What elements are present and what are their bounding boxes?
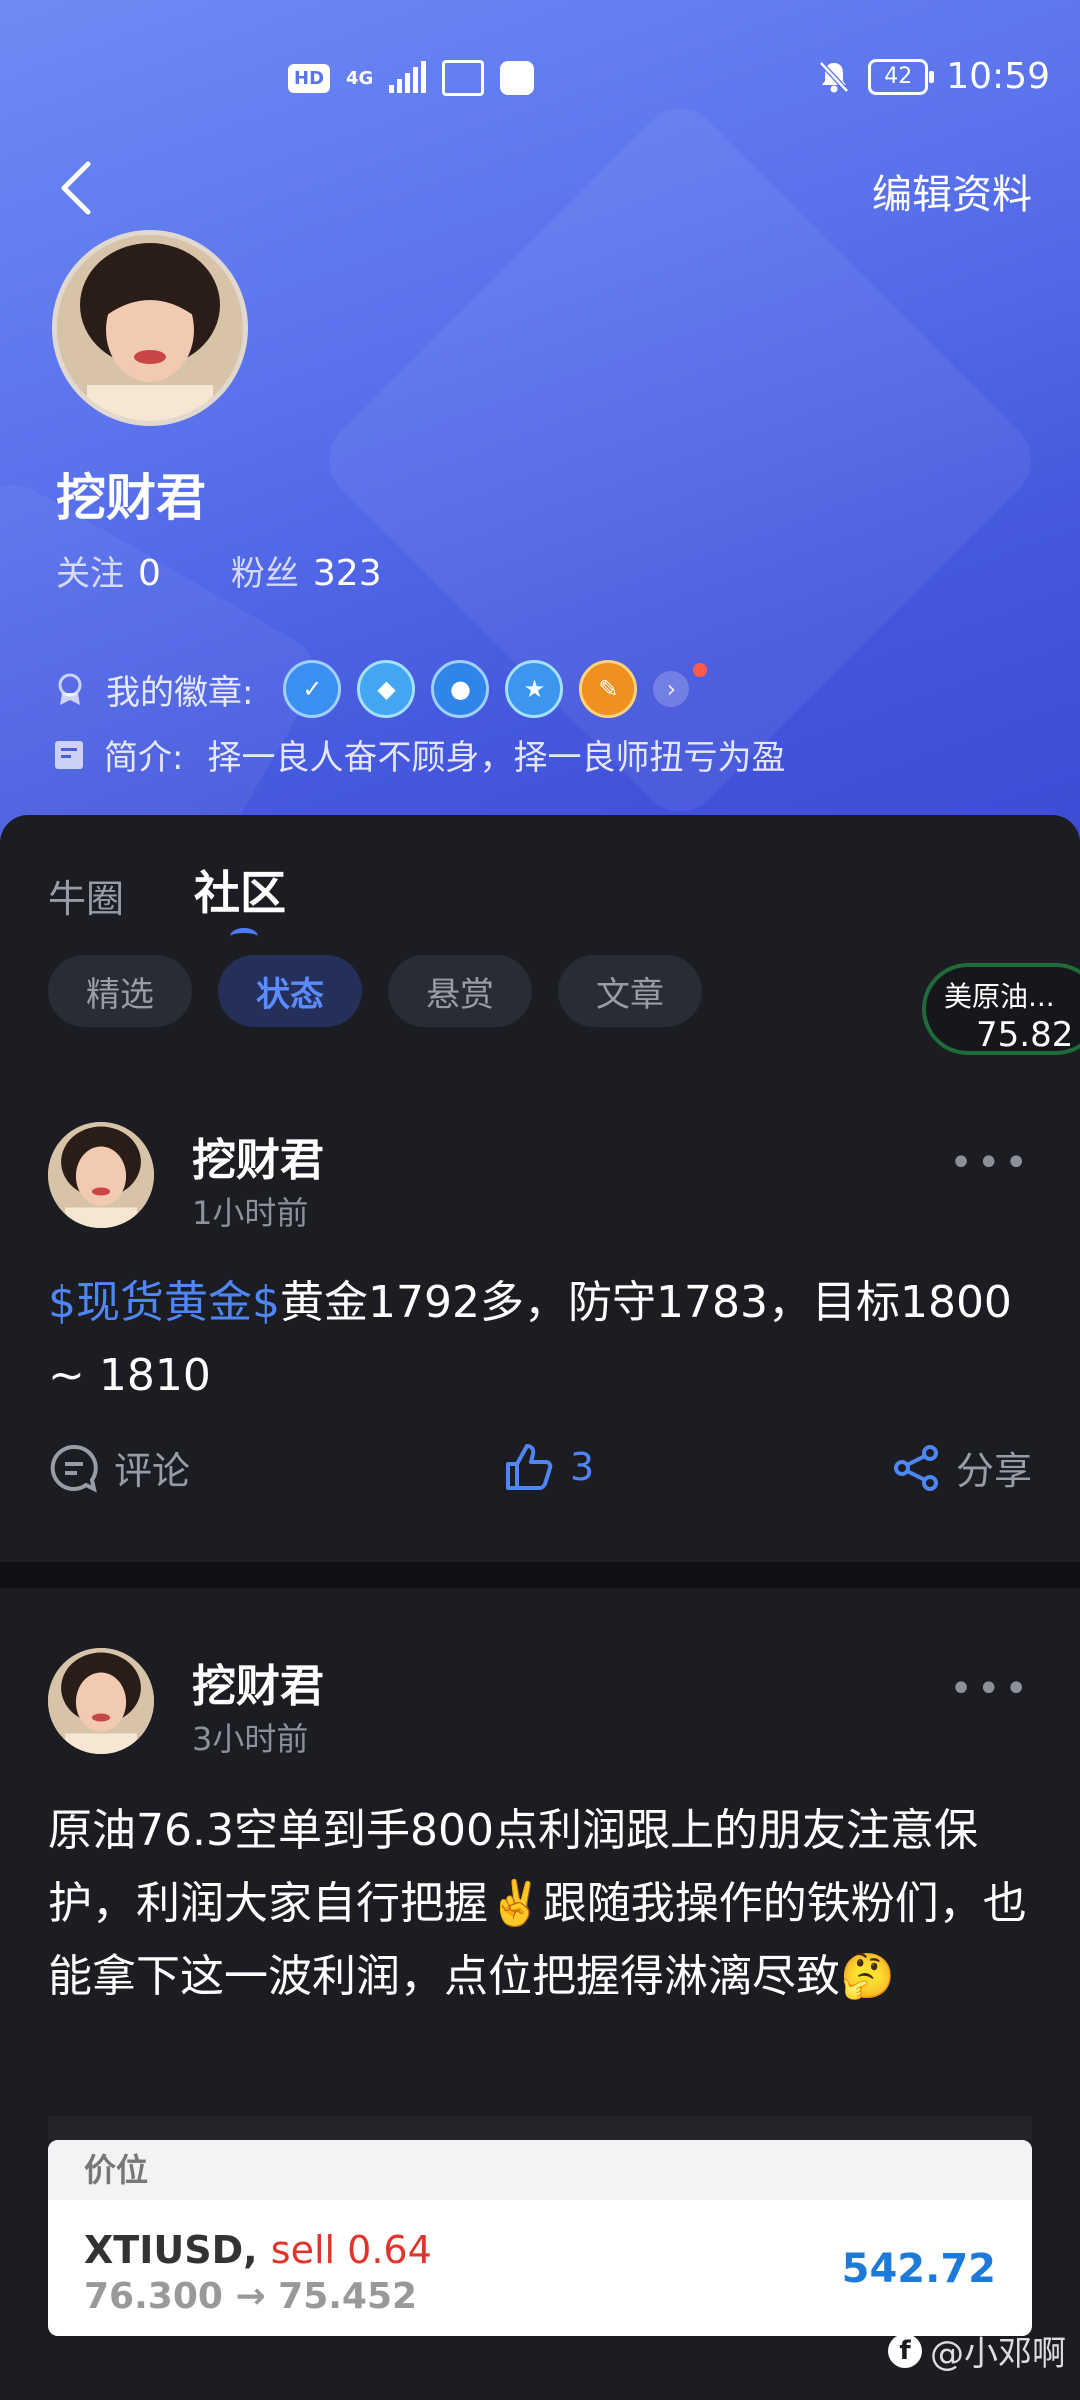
post-author[interactable]: 挖财君 <box>192 1124 324 1188</box>
drop-badge-icon[interactable]: ● <box>431 660 490 718</box>
post-author[interactable]: 挖财君 <box>192 1650 324 1714</box>
edit-profile-button[interactable]: 编辑资料 <box>872 162 1032 220</box>
following-stat[interactable]: 关注 0 <box>56 546 161 595</box>
symbol-text: XTIUSD, <box>84 2228 258 2272</box>
post-card[interactable]: 挖财君 3小时前 ••• 原油76.3空单到手800点利润跟上的朋友注意保护，利… <box>0 1588 1080 2400</box>
following-count: 0 <box>138 553 161 594</box>
more-options-icon[interactable]: ••• <box>949 1666 1032 1712</box>
avatar[interactable] <box>52 230 248 426</box>
follow-stats: 关注 0 粉丝 323 <box>56 546 382 595</box>
share-icon <box>893 1444 938 1491</box>
profile-header: HD 4G 42 10:59 编辑资料 挖财君 关注 0 粉丝 323 我的徽章… <box>0 0 1080 840</box>
filter-chips: 精选 状态 悬赏 文章 <box>48 955 702 1027</box>
tab-community[interactable]: 社区 <box>194 857 287 933</box>
facebook-icon: f <box>888 2333 922 2368</box>
post-card[interactable]: 挖财君 1小时前 ••• $现货黄金$黄金1792多，防守1783，目标1800… <box>0 1080 1080 1560</box>
trade-symbol: XTIUSD, sell 0.64 <box>84 2228 432 2272</box>
trade-profit: 542.72 <box>841 2246 996 2292</box>
share-button[interactable]: 分享 <box>892 1440 1032 1495</box>
comment-label: 评论 <box>114 1449 191 1493</box>
avatar-image <box>48 1648 154 1754</box>
like-button[interactable]: 3 <box>502 1440 594 1494</box>
chip-articles[interactable]: 文章 <box>558 955 702 1027</box>
badges-row[interactable]: 我的徽章: ✓ ◆ ● ★ ✎ › <box>52 660 708 718</box>
bell-muted-icon <box>819 60 850 93</box>
baidu-icon <box>500 61 535 95</box>
fans-count: 323 <box>312 553 382 594</box>
chip-bounty[interactable]: 悬赏 <box>388 955 532 1027</box>
tab-niuquan[interactable]: 牛圈 <box>48 868 124 923</box>
avatar-image <box>48 1122 154 1228</box>
medal-icon <box>58 673 82 705</box>
floating-ticker[interactable]: 美原油... 75.82 <box>922 963 1080 1055</box>
battery-icon: 42 <box>868 58 935 95</box>
card-frame-top <box>48 2116 1032 2140</box>
post-avatar[interactable] <box>48 1122 154 1228</box>
post-tag-link[interactable]: $现货黄金$ <box>48 1277 280 1328</box>
watermark: f @小邓啊 <box>888 2326 1066 2375</box>
share-label: 分享 <box>955 1449 1032 1493</box>
intro-icon <box>55 740 83 769</box>
status-right-icons: 42 10:59 <box>818 56 1050 97</box>
trade-side: sell 0.64 <box>270 2228 432 2272</box>
signal-icon <box>389 61 427 93</box>
intro-label: 简介: <box>104 738 184 778</box>
chevron-left-icon <box>61 161 91 215</box>
ticker-price: 75.82 <box>976 1015 1074 1055</box>
trade-card[interactable]: 价位 XTIUSD, sell 0.64 76.300 → 75.452 542… <box>48 2140 1032 2336</box>
post-text: 原油76.3空单到手800点利润跟上的朋友注意保护，利润大家自行把握✌️跟随我操… <box>48 1805 1027 2002</box>
comment-button[interactable]: 评论 <box>48 1440 190 1495</box>
back-button[interactable] <box>58 160 98 220</box>
thumbs-up-icon <box>506 1444 553 1490</box>
post-divider <box>0 1562 1080 1588</box>
hd-icon: HD <box>288 63 331 93</box>
tab-indicator <box>230 928 259 945</box>
tab-bar: 牛圈 社区 <box>48 857 287 933</box>
watermark-text: @小邓啊 <box>930 2334 1066 2374</box>
post-time: 1小时前 <box>192 1194 309 1232</box>
status-left-icons: HD 4G <box>288 60 535 96</box>
fans-stat[interactable]: 粉丝 323 <box>231 546 382 595</box>
chevron-right-icon[interactable]: › <box>653 663 708 707</box>
crown-badge-icon[interactable]: ★ <box>505 660 564 718</box>
tab-community-label: 社区 <box>194 866 287 920</box>
intro-text: 择一良人奋不顾身，择一良师扭亏为盈 <box>207 738 786 778</box>
post-avatar[interactable] <box>48 1648 154 1754</box>
star-badge-icon[interactable]: ◆ <box>357 660 416 718</box>
status-bar: HD 4G 42 10:59 <box>0 40 1080 120</box>
more-options-icon[interactable]: ••• <box>949 1140 1032 1186</box>
shield-badge-icon[interactable]: ✓ <box>283 660 342 718</box>
pen-badge-icon[interactable]: ✎ <box>579 660 638 718</box>
chip-status[interactable]: 状态 <box>218 955 362 1027</box>
like-count: 3 <box>570 1445 595 1489</box>
trade-card-header: 价位 <box>48 2140 1032 2200</box>
avatar-image <box>57 235 243 421</box>
post-time: 3小时前 <box>192 1720 309 1758</box>
comment-icon <box>50 1444 98 1493</box>
stock-app-icon <box>442 60 485 96</box>
chip-featured[interactable]: 精选 <box>48 955 192 1027</box>
badges-label: 我的徽章: <box>106 672 254 713</box>
profile-name: 挖财君 <box>56 469 206 527</box>
following-label: 关注 <box>56 554 124 594</box>
ticker-name: 美原油... <box>944 980 1055 1013</box>
post-text: $现货黄金$黄金1792多，防守1783，目标1800 ~ 1810 <box>48 1266 1038 1412</box>
trade-range: 76.300 → 75.452 <box>84 2276 418 2317</box>
post-actions: 评论 3 分享 <box>48 1440 1032 1510</box>
intro-row: 简介: 择一良人奋不顾身，择一良师扭亏为盈 <box>52 730 785 779</box>
clock: 10:59 <box>946 56 1050 97</box>
network-label: 4G <box>346 67 374 89</box>
fans-label: 粉丝 <box>230 554 299 594</box>
